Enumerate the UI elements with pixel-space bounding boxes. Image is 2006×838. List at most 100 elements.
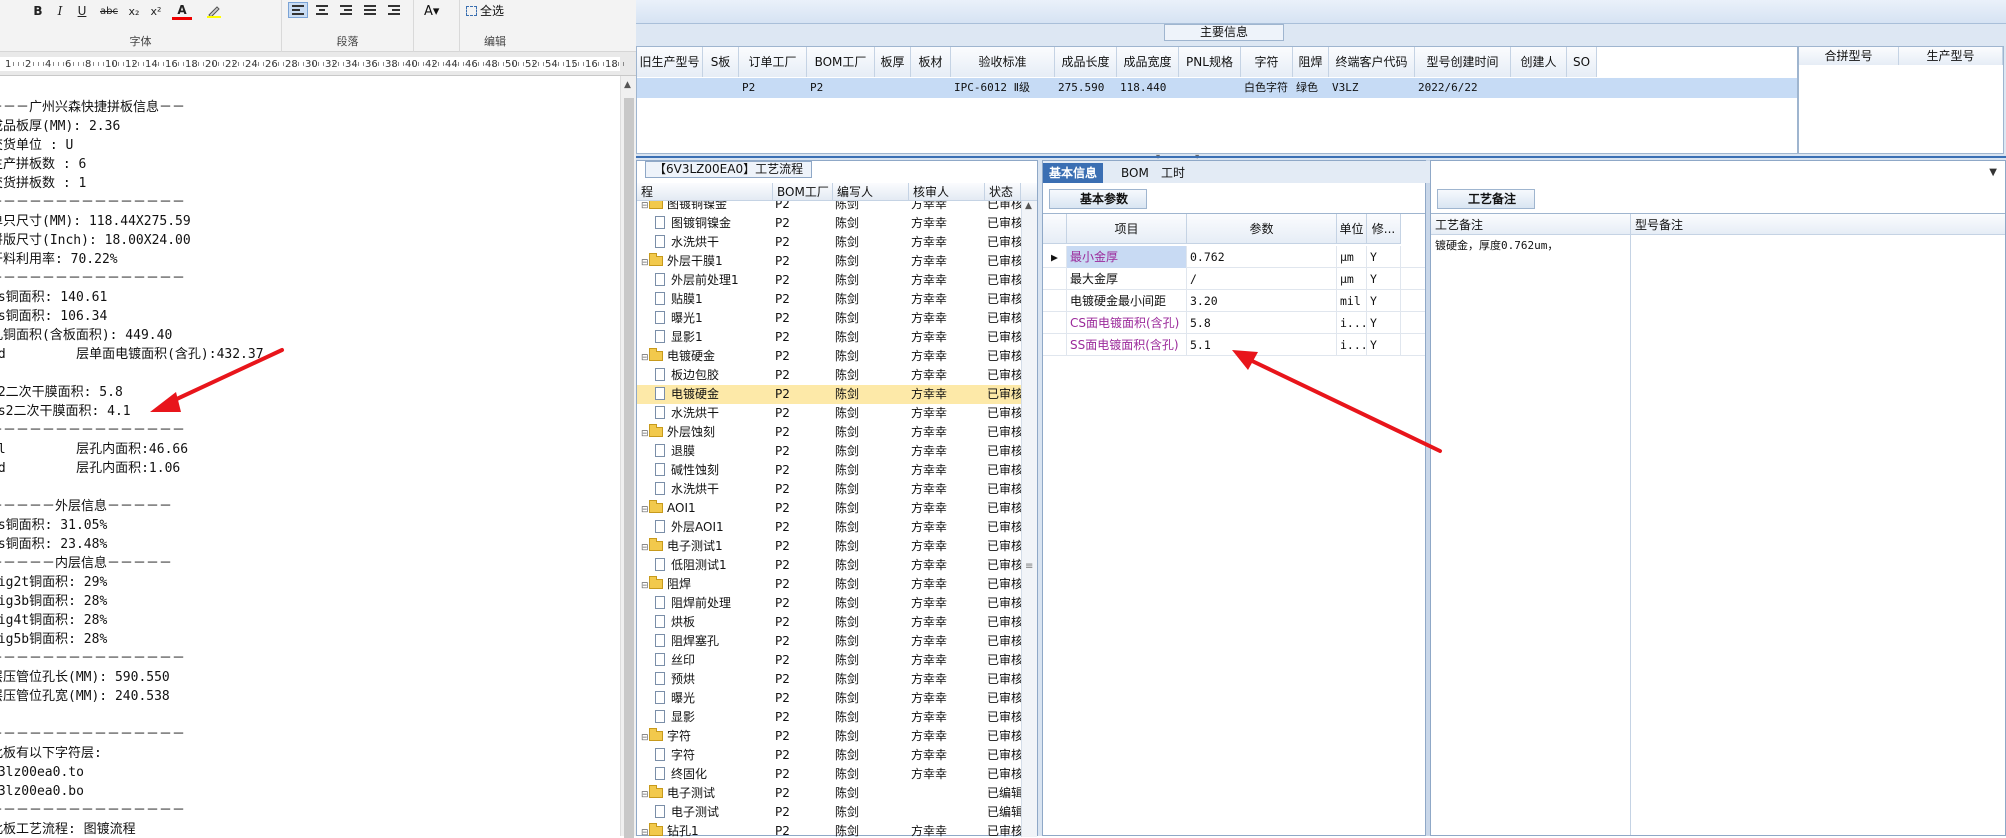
main-info-cell[interactable]: 118.440: [1117, 78, 1179, 98]
main-info-row[interactable]: P2 P2 IPC-6012 Ⅱ级 275.590 118.440 白色字符 绿色 V3LZ 2…: [637, 78, 1797, 98]
document-body[interactable]: －－－广州兴森快捷拼板信息－－ 成品板厚(MM): 2.36 交货单位 : U 生产拼…: [0, 76, 620, 836]
tree-row[interactable]: 终固化 P2 陈剑 方幸幸 已审核: [637, 765, 1037, 784]
main-info-cell[interactable]: V3LZ: [1329, 78, 1415, 98]
subscript-button[interactable]: x₂: [124, 2, 144, 20]
tree-node[interactable]: 字符: [655, 746, 773, 765]
align-left-icon[interactable]: [288, 2, 308, 18]
expand-icon[interactable]: ⊟: [641, 425, 649, 442]
tree-row[interactable]: ⊟ 阻焊 P2 陈剑 方幸幸 已审核: [637, 575, 1037, 594]
param-header[interactable]: 修...: [1367, 214, 1401, 244]
param-unit[interactable]: μm: [1337, 246, 1367, 268]
expand-icon[interactable]: ⊟: [641, 501, 649, 518]
expand-icon[interactable]: ⊟: [641, 824, 649, 837]
expand-icon[interactable]: ⊟: [641, 577, 649, 594]
tree-row[interactable]: 曝光 P2 陈剑 方幸幸 已审核: [637, 689, 1037, 708]
main-info-cell[interactable]: 275.590: [1055, 78, 1117, 98]
param-row[interactable]: CS面电镀面积(含孔) 5.8 i... Y: [1043, 312, 1425, 334]
tree-node[interactable]: 阻焊塞孔: [655, 632, 773, 651]
panel-dropdown-icon[interactable]: ▼: [1989, 167, 1997, 178]
param-value[interactable]: /: [1187, 268, 1337, 290]
scrollbar-thumb[interactable]: [624, 98, 634, 838]
param-flag[interactable]: Y: [1367, 290, 1401, 312]
tree-row[interactable]: ⊟ 电子测试 P2 陈剑 已编辑: [637, 784, 1037, 803]
param-header[interactable]: 单位: [1337, 214, 1367, 244]
tree-scrollbar[interactable]: ▲ ≡: [1021, 201, 1037, 837]
superscript-button[interactable]: x²: [146, 2, 166, 20]
tree-row[interactable]: 水洗烘干 P2 陈剑 方幸幸 已审核: [637, 404, 1037, 423]
tree-row[interactable]: 字符 P2 陈剑 方幸幸 已审核: [637, 746, 1037, 765]
tree-header-1[interactable]: BOM工厂: [773, 183, 833, 201]
tree-row[interactable]: 阻焊塞孔 P2 陈剑 方幸幸 已审核: [637, 632, 1037, 651]
param-value[interactable]: 5.8: [1187, 312, 1337, 334]
merge-model-grid[interactable]: 合拼型号 生产型号: [1798, 46, 2004, 154]
main-info-cell[interactable]: P2: [807, 78, 875, 98]
font-color-button[interactable]: A: [172, 2, 192, 20]
main-info-cell[interactable]: 2022/6/22: [1415, 78, 1511, 98]
justify-icon[interactable]: [360, 2, 380, 18]
main-info-cell[interactable]: [875, 78, 911, 98]
model-remark-textbox[interactable]: [1631, 235, 2005, 835]
tree-row[interactable]: 碱性蚀刻 P2 陈剑 方幸幸 已审核: [637, 461, 1037, 480]
tree-row[interactable]: 显影 P2 陈剑 方幸幸 已审核: [637, 708, 1037, 727]
document-scrollbar[interactable]: ▲: [620, 76, 636, 838]
expand-icon[interactable]: ⊟: [641, 729, 649, 746]
main-info-cell[interactable]: [637, 78, 703, 98]
tree-node[interactable]: 终固化: [655, 765, 773, 784]
main-info-cell[interactable]: [1511, 78, 1567, 98]
bold-button[interactable]: B: [28, 2, 48, 20]
main-info-cell[interactable]: [911, 78, 951, 98]
main-info-cell[interactable]: 白色字符: [1241, 78, 1293, 98]
strikethrough-button[interactable]: abc: [96, 2, 122, 20]
horizontal-ruler[interactable]: 1 2 4 6 8 10 12 14 16 18 20 22 24 26 28 30 32 34 36 38 40 42 4…: [0, 52, 636, 76]
expand-icon[interactable]: ⊟: [641, 201, 649, 214]
param-flag[interactable]: Y: [1367, 246, 1401, 268]
tree-row[interactable]: ⊟ 电镀硬金 P2 陈剑 方幸幸 已审核: [637, 347, 1037, 366]
main-info-cell[interactable]: [703, 78, 739, 98]
tree-row[interactable]: 预烘 P2 陈剑 方幸幸 已审核: [637, 670, 1037, 689]
main-info-cell[interactable]: [1567, 78, 1597, 98]
tree-row[interactable]: 退膜 P2 陈剑 方幸幸 已审核: [637, 442, 1037, 461]
expand-icon[interactable]: ⊟: [641, 786, 649, 803]
tree-row[interactable]: 外层前处理1 P2 陈剑 方幸幸 已审核: [637, 271, 1037, 290]
tree-row[interactable]: ⊟ 外层蚀刻 P2 陈剑 方幸幸 已审核: [637, 423, 1037, 442]
tree-node[interactable]: ⊟ 外层蚀刻: [641, 423, 773, 442]
tree-row[interactable]: 烘板 P2 陈剑 方幸幸 已审核: [637, 613, 1037, 632]
change-styles-icon[interactable]: A▾: [424, 4, 439, 19]
tree-row[interactable]: ⊟ 字符 P2 陈剑 方幸幸 已审核: [637, 727, 1037, 746]
param-value[interactable]: 3.20: [1187, 290, 1337, 312]
param-flag[interactable]: Y: [1367, 334, 1401, 356]
tree-header-3[interactable]: 核审人: [909, 183, 985, 201]
tree-node[interactable]: 水洗烘干: [655, 404, 773, 423]
tree-row[interactable]: ⊟ 钻孔1 P2 陈剑 方幸幸 已审核: [637, 822, 1037, 837]
param-flag[interactable]: Y: [1367, 312, 1401, 334]
param-header[interactable]: 项目: [1067, 214, 1187, 244]
align-right-icon[interactable]: [336, 2, 356, 18]
tree-node[interactable]: ⊟ 阻焊: [641, 575, 773, 594]
tab-bom[interactable]: BOM: [1115, 163, 1155, 183]
tree-header-2[interactable]: 编写人: [833, 183, 909, 201]
tree-row[interactable]: 外层AOI1 P2 陈剑 方幸幸 已审核: [637, 518, 1037, 537]
tree-row[interactable]: ⊟ 图镀铜镍金 P2 陈剑 方幸幸 已审核: [637, 201, 1037, 214]
tree-node[interactable]: 电子测试: [655, 803, 773, 822]
tree-node[interactable]: ⊟ 图镀铜镍金: [641, 201, 773, 214]
process-flow-tree[interactable]: ⊟ 图镀铜镍金 P2 陈剑 方幸幸 已审核 图镀铜镍金 P2 陈剑 方幸幸 已审核 水洗烘干 P2 陈剑方…: [637, 201, 1037, 837]
tree-row[interactable]: 电镀硬金 P2 陈剑 方幸幸 已审核: [637, 385, 1037, 404]
param-row[interactable]: 电镀硬金最小间距 3.20 mil Y: [1043, 290, 1425, 312]
tree-node[interactable]: 外层AOI1: [655, 518, 773, 537]
tree-node[interactable]: 预烘: [655, 670, 773, 689]
param-row[interactable]: ▶ 最小金厚 0.762 μm Y: [1043, 246, 1425, 268]
tree-row[interactable]: 电子测试 P2 陈剑 已编辑: [637, 803, 1037, 822]
expand-icon[interactable]: ⊟: [641, 539, 649, 556]
main-info-cell[interactable]: [1179, 78, 1241, 98]
tab-work-hours[interactable]: 工时: [1155, 163, 1191, 183]
tree-row[interactable]: ⊟ AOI1 P2 陈剑 方幸幸 已审核: [637, 499, 1037, 518]
tab-basic-info[interactable]: 基本信息: [1043, 163, 1104, 183]
param-row[interactable]: SS面电镀面积(含孔) 5.1 i... Y: [1043, 334, 1425, 356]
main-info-cell[interactable]: 绿色: [1293, 78, 1329, 98]
param-row[interactable]: 最大金厚 / μm Y: [1043, 268, 1425, 290]
tree-node[interactable]: 显影1: [655, 328, 773, 347]
tree-node[interactable]: 贴膜1: [655, 290, 773, 309]
italic-button[interactable]: I: [50, 2, 70, 20]
param-unit[interactable]: i...: [1337, 312, 1367, 334]
param-unit[interactable]: i...: [1337, 334, 1367, 356]
